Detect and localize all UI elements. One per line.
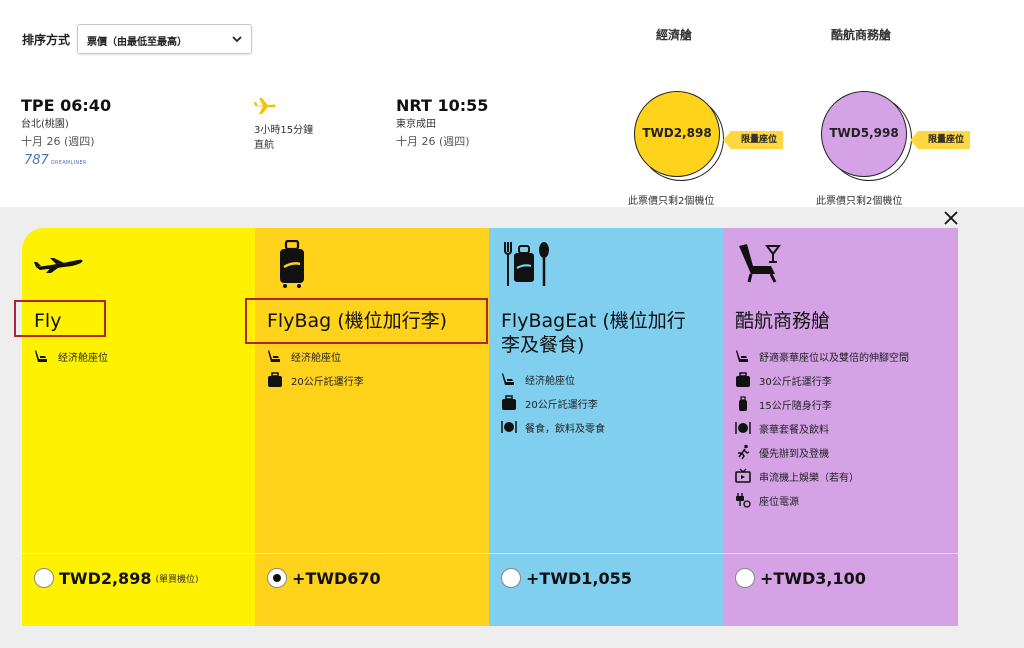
fare-card-flybag[interactable]: FlyBag (機位加行李) 经济舱座位 20公斤託運行李 +TWD670 <box>245 228 489 626</box>
recliner-seat-icon <box>739 244 781 283</box>
feature-economy-seat: 经济舱座位 <box>267 348 341 364</box>
feature-meal: 餐食，飲料及零食 <box>501 419 605 435</box>
feature-carry-on: 15公斤隨身行李 <box>735 396 832 412</box>
feature-priority-boarding: 優先辦到及登機 <box>735 444 829 460</box>
arrival-time: NRT 10:55 <box>396 96 489 115</box>
close-icon[interactable] <box>942 209 960 227</box>
tv-icon <box>735 468 751 483</box>
economy-price-circle[interactable]: TWD2,898 <box>634 91 720 177</box>
fare-card-business[interactable]: 酷航商務艙 舒適豪華座位以及雙倍的伸腳空間 30公斤託運行李 15公斤隨身行李 … <box>723 228 958 626</box>
seat-icon <box>736 350 748 362</box>
sort-selected-value: 票價（由最低至最高） <box>87 37 187 48</box>
feature-checked-bag: 30公斤託運行李 <box>735 372 832 388</box>
fare-price-row-flybageat[interactable]: +TWD1,055 <box>501 568 636 588</box>
meal-icon <box>501 421 517 433</box>
nonstop-text: 直航 <box>254 140 274 151</box>
business-price: TWD5,998 <box>829 126 899 140</box>
economy-limited-seats-tag: 限量座位 <box>722 131 784 149</box>
seat-icon <box>268 350 280 362</box>
arrival-date: 十月 26 (週四) <box>396 135 470 148</box>
divider <box>22 553 255 554</box>
departure-date: 十月 26 (週四) <box>21 135 95 148</box>
fare-title-flybageat-line2: 李及餐食) <box>501 334 585 356</box>
airplane-icon <box>34 258 83 273</box>
feature-meal: 豪華套餐及飲料 <box>735 420 829 436</box>
business-price-circle[interactable]: TWD5,998 <box>821 91 907 177</box>
fare-price-business: +TWD3,100 <box>760 568 866 588</box>
divider <box>489 553 723 554</box>
luggage-icon <box>502 395 516 410</box>
duration-text: 3小時15分鐘 <box>254 125 314 136</box>
suitcase-icon <box>280 240 304 288</box>
feature-power-outlet: 座位電源 <box>735 492 799 508</box>
fare-price-note-fly: (單買機位) <box>155 574 199 585</box>
chevron-down-icon <box>232 36 242 43</box>
feature-premium-seat: 舒適豪華座位以及雙倍的伸腳空間 <box>735 348 909 364</box>
seat-icon <box>502 373 514 385</box>
fare-radio-fly[interactable] <box>34 568 54 588</box>
business-seats-left: 此票價只剩2個機位 <box>816 196 903 207</box>
fare-price-row-fly[interactable]: TWD2,898 (單買機位) <box>34 568 198 588</box>
divider <box>723 553 958 554</box>
feature-economy-seat: 经济舱座位 <box>34 348 108 364</box>
power-plug-icon <box>736 493 751 508</box>
meal-icon <box>735 422 751 434</box>
sort-label: 排序方式 <box>22 33 71 47</box>
fare-price-fly: TWD2,898 <box>59 568 152 588</box>
flight-header: 排序方式 票價（由最低至最高） 經濟艙 酷航商務艙 TPE 06:40 台北(桃… <box>0 0 1024 207</box>
fare-radio-flybageat[interactable] <box>501 568 521 588</box>
carry-on-bag-icon <box>739 396 747 411</box>
luggage-icon <box>268 372 282 387</box>
running-person-icon <box>738 444 750 460</box>
economy-column-header: 經濟艙 <box>656 28 693 42</box>
fare-radio-flybag[interactable] <box>267 568 287 588</box>
fare-price-row-flybag[interactable]: +TWD670 <box>267 568 385 588</box>
fare-radio-business[interactable] <box>735 568 755 588</box>
fare-title-flybageat-line1: FlyBagEat (機位加行 <box>501 310 686 332</box>
fare-price-flybageat: +TWD1,055 <box>526 568 632 588</box>
highlight-box <box>245 298 488 344</box>
feature-economy-seat: 经济舱座位 <box>501 371 575 387</box>
luggage-meal-icon <box>504 242 549 286</box>
fare-card-flybageat[interactable]: FlyBagEat (機位加行 李及餐食) 经济舱座位 20公斤託運行李 餐食，… <box>489 228 723 626</box>
sort-dropdown[interactable]: 票價（由最低至最高） <box>77 24 252 54</box>
business-limited-seats-tag: 限量座位 <box>909 131 971 149</box>
departure-city: 台北(桃園) <box>21 119 69 130</box>
luggage-icon <box>736 372 750 387</box>
feature-checked-bag: 20公斤託運行李 <box>501 395 598 411</box>
flight-duration: 3小時15分鐘 直航 <box>254 123 313 153</box>
feature-checked-bag: 20公斤託運行李 <box>267 372 364 388</box>
arrival-city: 東京成田 <box>396 119 436 130</box>
business-column-header: 酷航商務艙 <box>831 28 892 42</box>
highlight-box <box>14 300 106 337</box>
divider <box>255 553 489 554</box>
departure-time: TPE 06:40 <box>21 96 112 115</box>
fare-price-row-business[interactable]: +TWD3,100 <box>735 568 870 588</box>
feature-entertainment: 串流機上娛樂（若有） <box>735 468 859 484</box>
seat-icon <box>35 350 47 362</box>
fare-price-flybag: +TWD670 <box>292 568 381 588</box>
economy-seats-left: 此票價只剩2個機位 <box>628 196 715 207</box>
economy-price: TWD2,898 <box>642 126 712 140</box>
airplane-icon <box>254 98 276 114</box>
dreamliner-logo: 787 DREAMLINER <box>24 153 87 168</box>
fare-title-business: 酷航商務艙 <box>735 310 831 332</box>
fare-card-fly[interactable]: Fly 经济舱座位 TWD2,898 (單買機位) <box>14 228 255 626</box>
